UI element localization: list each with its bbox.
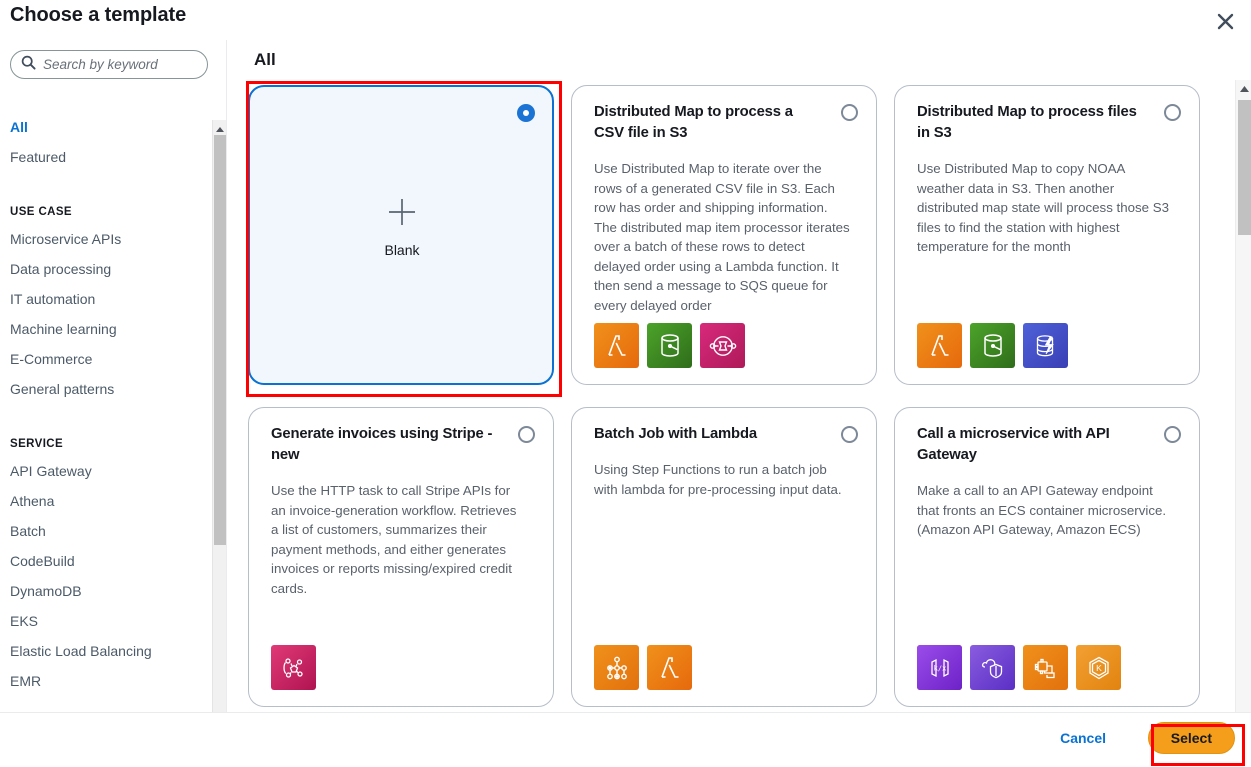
ecs-icon xyxy=(1023,645,1068,690)
lambda-icon xyxy=(594,323,639,368)
radio-batch-job-lambda[interactable] xyxy=(841,426,858,443)
s3-icon xyxy=(647,323,692,368)
card-service-icons xyxy=(917,323,1179,368)
radio-generate-invoices-stripe[interactable] xyxy=(518,426,535,443)
sidebar-item-machine-learning[interactable]: Machine learning xyxy=(0,314,218,344)
sidebar-group-use-case: USE CASE xyxy=(10,206,72,218)
sidebar-item-it-automation[interactable]: IT automation xyxy=(0,284,218,314)
sidebar-item-codebuild[interactable]: CodeBuild xyxy=(0,546,218,576)
card-service-icons xyxy=(594,645,856,690)
main-panel: All Blank Distributed Map to process a C… xyxy=(232,40,1251,712)
template-cards-viewport: Blank Distributed Map to process a CSV f… xyxy=(232,80,1217,712)
template-chooser-modal: Choose a template Search by keyword All … xyxy=(0,0,1251,767)
sidebar-item-general-patterns[interactable]: General patterns xyxy=(0,374,218,404)
card-service-icons-row2: k/x K xyxy=(917,645,1179,690)
sidebar-scrollbar-thumb[interactable] xyxy=(214,135,226,545)
main-scroll-up-button[interactable] xyxy=(1236,80,1251,96)
card-description: Using Step Functions to run a batch job … xyxy=(594,462,842,497)
card-description: Use Distributed Map to iterate over the … xyxy=(594,161,850,313)
radio-selected-icon xyxy=(517,104,535,122)
s3-icon xyxy=(970,323,1015,368)
cancel-button[interactable]: Cancel xyxy=(1054,729,1112,747)
sqs-icon xyxy=(700,323,745,368)
template-cards-grid: Blank Distributed Map to process a CSV f… xyxy=(232,80,1217,712)
search-icon xyxy=(21,55,36,75)
card-title: Distributed Map to process files in S3 xyxy=(917,104,1137,141)
sidebar-group-service: SERVICE xyxy=(10,438,64,450)
sidebar-nav-scroll: All Featured USE CASE Microservice APIs … xyxy=(0,90,218,712)
sidebar-item-e-commerce[interactable]: E-Commerce xyxy=(0,344,218,374)
main-scrollbar-thumb[interactable] xyxy=(1238,100,1251,235)
blank-card-label: Blank xyxy=(384,241,420,258)
close-icon xyxy=(1216,12,1235,31)
blank-card-content: Blank xyxy=(384,197,420,258)
caret-up-icon xyxy=(1239,79,1249,97)
card-title: Batch Job with Lambda xyxy=(594,426,757,442)
sidebar-item-athena[interactable]: Athena xyxy=(0,486,218,516)
stepfunctions-icon xyxy=(271,645,316,690)
template-card-generate-invoices-stripe[interactable]: Generate invoices using Stripe - new Use… xyxy=(248,407,554,707)
card-description: Make a call to an API Gateway endpoint t… xyxy=(917,483,1167,538)
caret-up-icon xyxy=(216,119,224,137)
card-title: Generate invoices using Stripe - new xyxy=(271,426,493,463)
svg-text:k/x: k/x xyxy=(933,664,946,672)
radio-call-microservice-api-gateway[interactable] xyxy=(1164,426,1181,443)
category-heading: All xyxy=(254,50,276,69)
sidebar-scrollbar[interactable] xyxy=(212,120,226,752)
sidebar-item-batch[interactable]: Batch xyxy=(0,516,218,546)
card-title: Distributed Map to process a CSV file in… xyxy=(594,104,793,141)
card-service-icons xyxy=(594,323,856,368)
radio-distributed-map-files-s3[interactable] xyxy=(1164,104,1181,121)
dynamodb-icon xyxy=(1023,323,1068,368)
sidebar-item-featured[interactable]: Featured xyxy=(0,142,218,172)
radio-blank[interactable] xyxy=(517,104,535,122)
close-button[interactable] xyxy=(1209,5,1241,37)
modal-footer: Cancel Select xyxy=(0,712,1251,767)
template-card-distributed-map-csv-s3[interactable]: Distributed Map to process a CSV file in… xyxy=(571,85,877,385)
sidebar-item-elastic-load-balancing[interactable]: Elastic Load Balancing xyxy=(0,636,218,666)
main-scrollbar[interactable] xyxy=(1235,80,1251,712)
appmesh-icon: k/x xyxy=(917,645,962,690)
card-description: Use Distributed Map to copy NOAA weather… xyxy=(917,161,1170,255)
sidebar-item-dynamodb[interactable]: DynamoDB xyxy=(0,576,218,606)
search-box[interactable] xyxy=(10,50,208,79)
template-card-call-microservice-api-gateway[interactable]: Call a microservice with API Gateway Mak… xyxy=(894,407,1200,707)
card-service-icons xyxy=(271,645,533,690)
card-title: Call a microservice with API Gateway xyxy=(917,426,1110,463)
batch-icon xyxy=(594,645,639,690)
plus-icon xyxy=(384,197,419,232)
search-container xyxy=(10,50,208,79)
sidebar-item-data-processing[interactable]: Data processing xyxy=(0,254,218,284)
template-card-blank[interactable]: Blank xyxy=(248,85,554,385)
cloudshield-icon xyxy=(970,645,1015,690)
eks-hex-icon: K xyxy=(1076,645,1121,690)
template-card-distributed-map-files-s3[interactable]: Distributed Map to process files in S3 U… xyxy=(894,85,1200,385)
modal-header: Choose a template xyxy=(0,0,1251,40)
sidebar-item-api-gateway[interactable]: API Gateway xyxy=(0,456,218,486)
search-input[interactable] xyxy=(43,57,197,72)
sidebar-nav-list: All Featured USE CASE Microservice APIs … xyxy=(0,90,218,696)
sidebar-item-all[interactable]: All xyxy=(0,112,218,142)
radio-distributed-map-csv-s3[interactable] xyxy=(841,104,858,121)
sidebar-item-microservice-apis[interactable]: Microservice APIs xyxy=(0,224,218,254)
sidebar: All Featured USE CASE Microservice APIs … xyxy=(0,40,232,752)
template-card-batch-job-lambda[interactable]: Batch Job with Lambda Using Step Functio… xyxy=(571,407,877,707)
lambda-icon xyxy=(647,645,692,690)
sidebar-divider xyxy=(226,40,227,712)
sidebar-item-eks[interactable]: EKS xyxy=(0,606,218,636)
page-title: Choose a template xyxy=(10,4,187,26)
select-button[interactable]: Select xyxy=(1147,722,1235,754)
sidebar-item-emr[interactable]: EMR xyxy=(0,666,218,696)
lambda-icon xyxy=(917,323,962,368)
sidebar-scroll-up-button[interactable] xyxy=(213,120,227,135)
card-description: Use the HTTP task to call Stripe APIs fo… xyxy=(271,483,517,596)
svg-text:K: K xyxy=(1096,663,1102,673)
